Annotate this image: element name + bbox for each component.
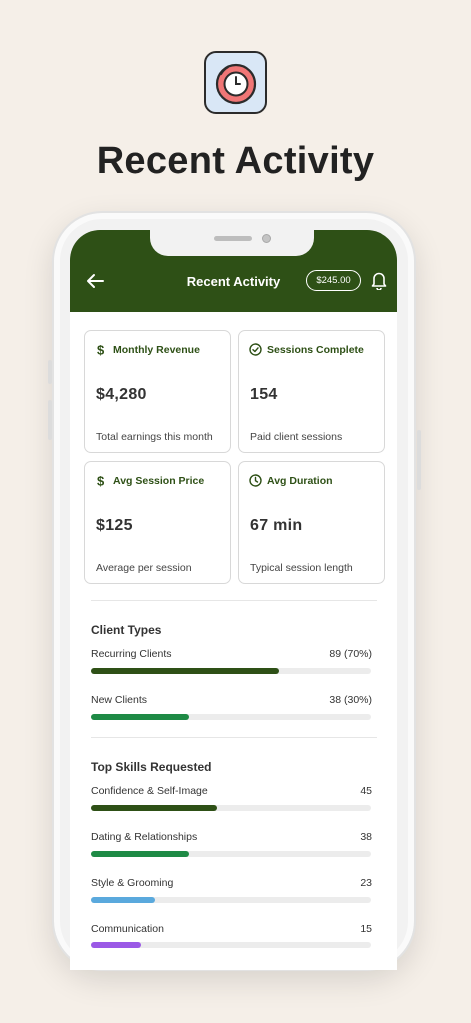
stat-card-subtitle: Paid client sessions: [250, 431, 343, 443]
progress-fill: [91, 668, 279, 674]
progress-track: [91, 897, 371, 903]
stat-card-subtitle: Average per session: [96, 562, 192, 574]
skill-label: Dating & Relationships: [91, 831, 198, 843]
skill-value: 45: [360, 785, 372, 797]
stat-card-value: $4,280: [96, 386, 147, 403]
stat-card-value: 154: [250, 386, 278, 403]
stat-card-subtitle: Typical session length: [250, 562, 353, 574]
divider: [91, 600, 377, 601]
skill-label: Confidence & Self-Image: [91, 785, 208, 797]
progress-track: [91, 851, 371, 857]
divider: [91, 737, 377, 738]
svg-text:$: $: [97, 474, 105, 487]
page-headline: Recent Activity: [96, 140, 375, 182]
camera: [262, 234, 271, 243]
check-circle-icon: [249, 343, 262, 356]
progress-fill: [91, 714, 189, 720]
dollar-icon: $: [97, 474, 105, 487]
app-screen: Recent Activity $245.00 $ Monthly Revenu…: [70, 230, 397, 970]
stat-card-monthly-revenue[interactable]: $ Monthly Revenue $4,280 Total earnings …: [84, 330, 231, 453]
top-skills-title: Top Skills Requested: [91, 760, 212, 774]
stat-card-title: Avg Duration: [267, 475, 333, 487]
stat-card-avg-duration[interactable]: Avg Duration 67 min Typical session leng…: [238, 461, 385, 584]
client-type-value: 38 (30%): [329, 694, 372, 706]
progress-fill: [91, 805, 217, 811]
client-type-label: Recurring Clients: [91, 648, 172, 660]
app-header: Recent Activity $245.00: [70, 230, 397, 312]
skill-value: 15: [360, 923, 372, 935]
stat-card-title: Sessions Complete: [267, 344, 364, 356]
phone-side-button: [48, 360, 52, 384]
progress-fill: [91, 897, 156, 903]
phone-side-button: [48, 400, 52, 440]
stat-card-subtitle: Total earnings this month: [96, 431, 213, 443]
stat-card-title: Monthly Revenue: [113, 344, 200, 356]
dollar-icon: $: [97, 343, 105, 356]
bell-icon[interactable]: [370, 270, 388, 290]
progress-fill: [91, 851, 189, 857]
progress-track: [91, 805, 371, 811]
progress-track: [91, 714, 371, 720]
stat-card-value: $125: [96, 517, 133, 534]
progress-track: [91, 942, 371, 948]
skill-value: 38: [360, 831, 372, 843]
stat-card-value: 67 min: [250, 517, 303, 534]
client-type-label: New Clients: [91, 694, 148, 706]
client-types-title: Client Types: [91, 623, 162, 637]
skill-label: Style & Grooming: [91, 877, 174, 889]
phone-side-button: [417, 430, 421, 490]
svg-text:$: $: [97, 343, 105, 356]
balance-badge[interactable]: $245.00: [306, 270, 361, 291]
stat-card-avg-session-price[interactable]: $ Avg Session Price $125 Average per ses…: [84, 461, 231, 584]
skill-value: 23: [360, 877, 372, 889]
client-type-value: 89 (70%): [329, 648, 372, 660]
progress-fill: [91, 942, 142, 948]
clock-icon: [249, 474, 262, 487]
skill-label: Communication: [91, 923, 164, 935]
phone-notch: [150, 230, 314, 256]
stopwatch-icon: [204, 51, 267, 114]
progress-track: [91, 668, 371, 674]
stat-card-title: Avg Session Price: [113, 475, 205, 487]
stat-card-sessions-complete[interactable]: Sessions Complete 154 Paid client sessio…: [238, 330, 385, 453]
speaker: [214, 236, 252, 241]
